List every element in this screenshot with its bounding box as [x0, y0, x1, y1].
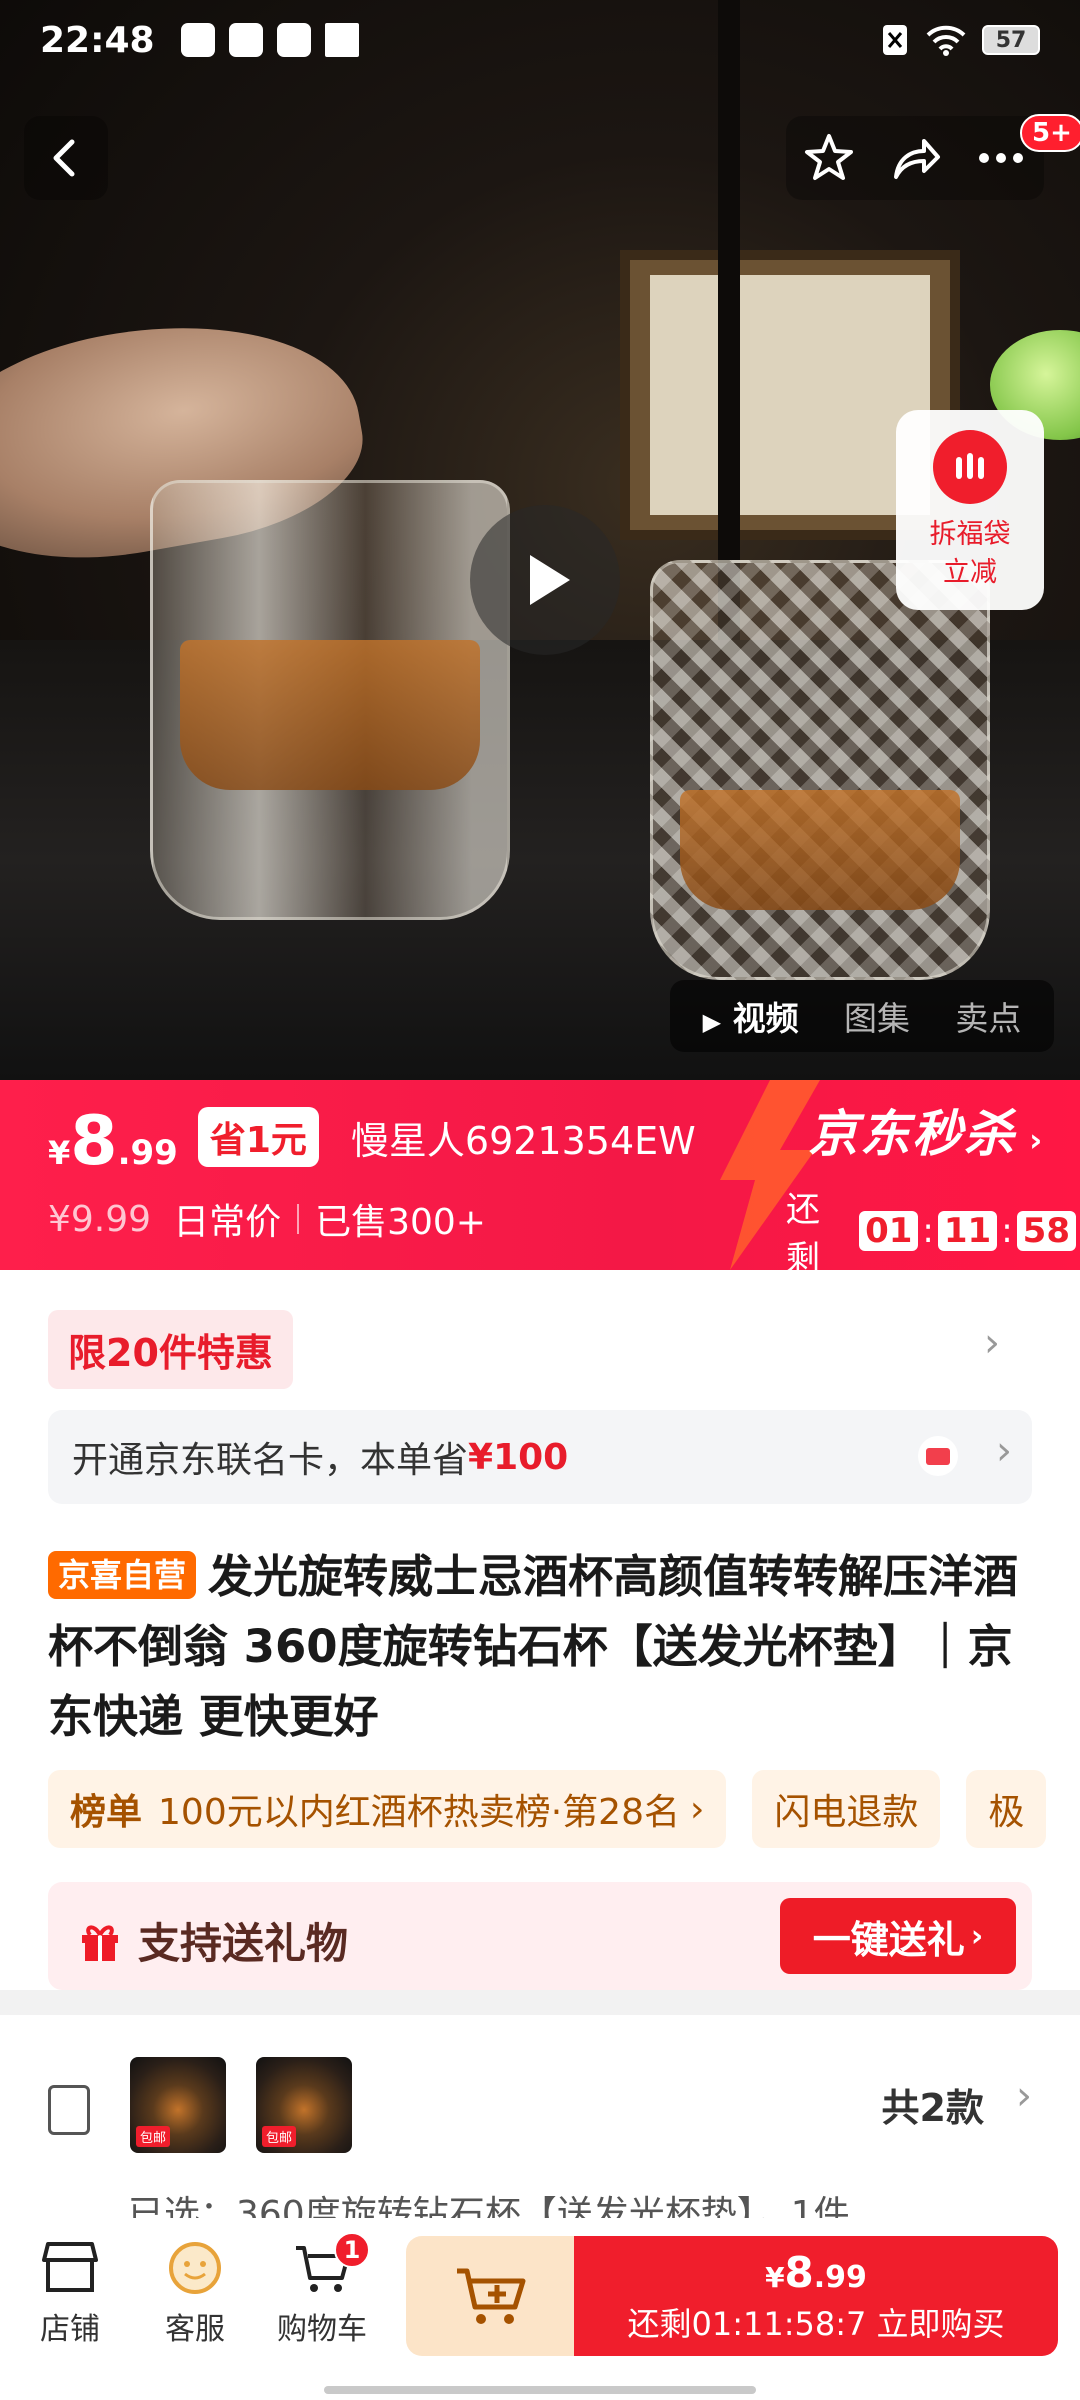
- battery-icon: 57: [982, 25, 1040, 55]
- selected-variant-icon: [48, 2085, 90, 2135]
- price-integer: 8: [70, 1102, 118, 1181]
- ranking-value: 100元以内红酒杯热卖榜·第28名: [158, 1792, 680, 1833]
- self-operated-tag: 京喜自营: [48, 1551, 197, 1599]
- product-info: 限20件特惠 › 开通京东联名卡，本单省 ¥100 › 京喜自营 发光旋转威士忌酒…: [0, 1270, 1080, 1990]
- message-badge: 5+: [1020, 114, 1080, 152]
- cart-badge: 1: [334, 2232, 370, 2268]
- top-actions: [786, 116, 1044, 200]
- play-icon: [530, 555, 570, 605]
- status-bar: 22:48 57: [0, 0, 1080, 80]
- chevron-right-icon: ›: [1016, 1121, 1045, 1159]
- gift-label: 支持送礼物: [138, 1919, 349, 1968]
- sold-count: 已售300+: [315, 1202, 486, 1243]
- original-price: ¥9.99: [48, 1198, 152, 1240]
- chevron-right-icon[interactable]: ›: [984, 1320, 1000, 1366]
- chevron-right-icon: ›: [996, 1428, 1012, 1474]
- wallet-icon: [276, 23, 311, 57]
- extra-chip[interactable]: 极: [966, 1770, 1047, 1848]
- ranking-chip[interactable]: 榜单 100元以内红酒杯热卖榜·第28名 ›: [48, 1770, 727, 1848]
- price-label: 日常价: [173, 1202, 282, 1243]
- variant-count: 共2款: [881, 2086, 984, 2130]
- product-title: 京喜自营 发光旋转威士忌酒杯高颜值转转解压洋酒杯不倒翁 360度旋转钻石杯【送发光…: [48, 1550, 1019, 1743]
- tab-video[interactable]: ▶ 视频: [703, 992, 799, 1040]
- more-icon[interactable]: [974, 131, 1028, 185]
- gift-bar: 支持送礼物 一键送礼 ›: [48, 1882, 1032, 1990]
- jd-flash-sale-label: 京东秒杀 ›: [808, 1105, 1045, 1163]
- crown-icon: [324, 23, 359, 57]
- card-promo-amount: ¥100: [468, 1436, 569, 1478]
- background-pole: [718, 0, 740, 640]
- media-tabs: ▶ 视频 图集 卖点: [670, 980, 1054, 1052]
- price-decimal: .99: [117, 1133, 178, 1173]
- chevron-left-icon: [53, 139, 75, 177]
- lucky-bag-icon: [933, 430, 1007, 504]
- status-time: 22:48: [40, 19, 155, 61]
- ranking-row: 榜单 100元以内红酒杯热卖榜·第28名 › 闪电退款 极: [48, 1770, 1080, 1848]
- chevron-right-icon: ›: [970, 1918, 984, 1954]
- add-cart-icon: [457, 2268, 526, 2324]
- countdown-label: 还剩: [786, 1190, 820, 1279]
- tab-gallery[interactable]: 图集: [844, 992, 910, 1040]
- fast-refund-chip[interactable]: 闪电退款: [752, 1770, 941, 1848]
- chevron-right-icon: ›: [1016, 2073, 1032, 2119]
- wifi-icon: [926, 25, 966, 56]
- variant-selector[interactable]: 包邮 包邮 共2款 › 已选：360度旋转钻石杯【送发光杯垫】，1件: [0, 2015, 1080, 2245]
- gift-icon: [82, 1925, 118, 1961]
- variant-thumb[interactable]: 包邮: [256, 2057, 352, 2153]
- limited-offer-tag[interactable]: 限20件特惠: [48, 1310, 293, 1389]
- lucky-bag-label: 拆福袋 立减: [929, 519, 1011, 588]
- lucky-bag-widget[interactable]: 拆福袋 立减: [896, 410, 1044, 610]
- tab-selling-points[interactable]: 卖点: [955, 992, 1021, 1040]
- countdown: 还剩 01: 11: 58: [786, 1182, 1080, 1280]
- countdown-hours: 01: [859, 1211, 919, 1251]
- model-number: 慢星人6921354EW: [350, 1119, 696, 1163]
- ranking-key: 榜单: [70, 1792, 143, 1833]
- send-gift-button[interactable]: 一键送礼 ›: [780, 1898, 1016, 1974]
- buy-now-button[interactable]: ¥8.99 还剩01:11:58:7 立即购买: [574, 2236, 1058, 2356]
- calligraphy-scroll: [650, 275, 930, 515]
- video-app-icon: [228, 23, 263, 57]
- home-indicator[interactable]: [324, 2386, 756, 2394]
- buy-now-price: ¥8.99: [765, 2247, 867, 2297]
- card-promo-text: 开通京东联名卡，本单省: [72, 1440, 469, 1481]
- countdown-minutes: 11: [937, 1211, 998, 1251]
- store-button[interactable]: 店铺: [10, 2240, 130, 2348]
- credit-card-icon: [918, 1436, 958, 1476]
- store-icon: [42, 2242, 98, 2292]
- message-icon: [180, 23, 215, 57]
- variant-thumb[interactable]: 包邮: [130, 2057, 226, 2153]
- buy-now-label: 还剩01:11:58:7 立即购买: [627, 2304, 1005, 2343]
- bottom-action-bar: 店铺 客服 购物车 1 ¥8.99 还剩01:11:58:7 立即购买: [0, 2218, 1080, 2400]
- no-sim-icon: [883, 25, 907, 55]
- star-icon[interactable]: [802, 131, 856, 185]
- save-tag: 省1元: [197, 1107, 319, 1167]
- price-currency: ¥: [48, 1134, 71, 1172]
- back-button[interactable]: [24, 116, 108, 200]
- countdown-seconds: 58: [1016, 1211, 1076, 1251]
- co-brand-card-promo[interactable]: 开通京东联名卡，本单省 ¥100 ›: [48, 1410, 1032, 1504]
- share-icon[interactable]: [888, 131, 942, 185]
- customer-service-button[interactable]: 客服: [135, 2240, 255, 2348]
- whisky-left: [180, 640, 480, 790]
- cart-button[interactable]: 购物车 1: [262, 2232, 382, 2348]
- add-to-cart-button[interactable]: [406, 2236, 576, 2356]
- play-button[interactable]: [470, 505, 620, 655]
- glass-right: [650, 560, 990, 980]
- flash-sale-banner[interactable]: ¥ 8 .99 省1元 慢星人6921354EW ¥9.99 日常价 已售300…: [0, 1080, 1080, 1279]
- whisky-right: [680, 790, 960, 910]
- divider: [297, 1204, 300, 1234]
- play-small-icon: ▶: [702, 1008, 722, 1036]
- customer-service-icon: [169, 2242, 221, 2294]
- chevron-right-icon: ›: [689, 1788, 705, 1830]
